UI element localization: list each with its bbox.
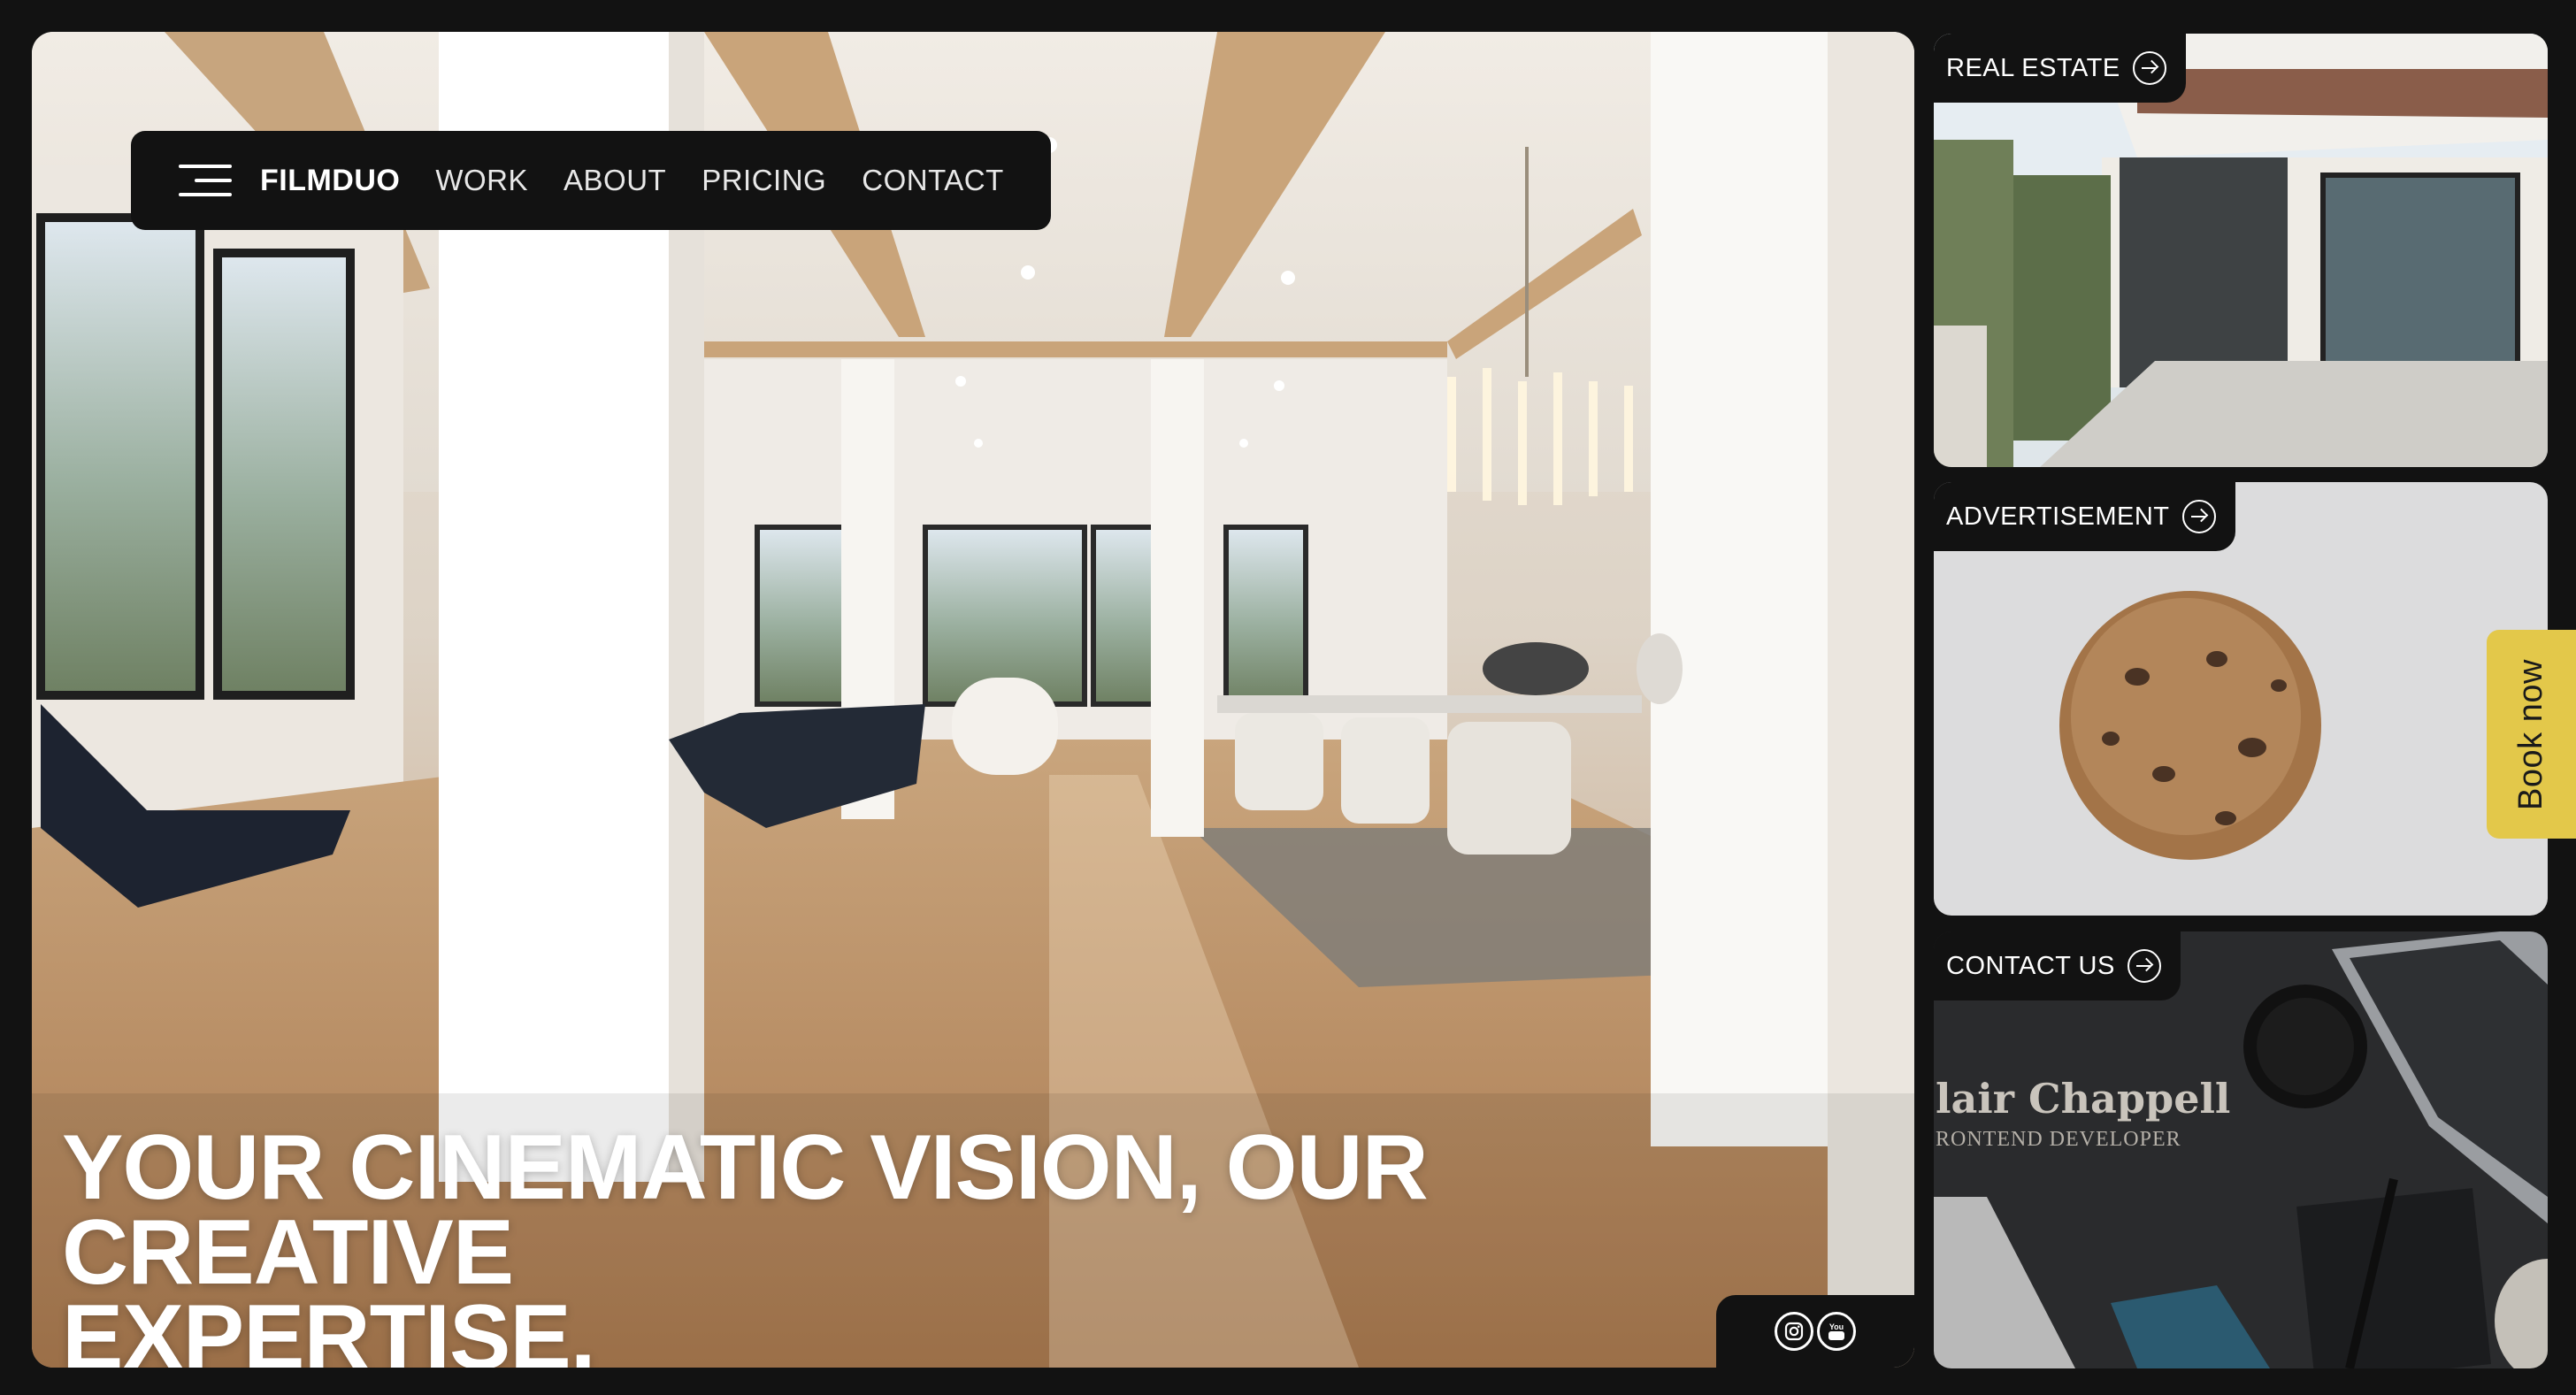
- top-navigation-bar: FILMDUO WORK ABOUT PRICING CONTACT: [131, 131, 1051, 230]
- hero-headline-line-2: EXPERTISE.: [62, 1286, 596, 1368]
- hero-section: FILMDUO WORK ABOUT PRICING CONTACT YOUR …: [32, 32, 1914, 1368]
- real-estate-tab[interactable]: REAL ESTATE: [1934, 34, 2186, 103]
- hamburger-menu-icon[interactable]: [179, 163, 232, 198]
- arrow-right-circle-icon: [2181, 500, 2216, 533]
- contact-us-tab[interactable]: CONTACT US: [1934, 931, 2181, 1000]
- nav-link-pricing[interactable]: PRICING: [702, 164, 826, 197]
- arrow-right-circle-icon: [2132, 51, 2166, 85]
- developer-role: RONTEND DEVELOPER: [1936, 1128, 2181, 1151]
- book-now-label: Book now: [2512, 658, 2550, 810]
- hero-headline-line-1: YOUR CINEMATIC VISION, OUR CREATIVE: [62, 1116, 1429, 1304]
- developer-name: lair Chappell: [1936, 1075, 2231, 1123]
- hero-headline: YOUR CINEMATIC VISION, OUR CREATIVE EXPE…: [62, 1116, 1902, 1368]
- nav-link-contact[interactable]: CONTACT: [862, 164, 1004, 197]
- real-estate-label: REAL ESTATE: [1946, 53, 2120, 82]
- nav-link-about[interactable]: ABOUT: [564, 164, 666, 197]
- card-real-estate[interactable]: REAL ESTATE: [1934, 34, 2548, 467]
- youtube-icon[interactable]: You: [1817, 1312, 1856, 1351]
- instagram-icon[interactable]: [1775, 1312, 1813, 1351]
- arrow-right-circle-icon: [2127, 949, 2161, 983]
- advertisement-tab[interactable]: ADVERTISEMENT: [1934, 482, 2235, 551]
- contact-us-label: CONTACT US: [1946, 951, 2115, 980]
- card-contact-us[interactable]: lair Chappell RONTEND DEVELOPER CONTACT …: [1934, 931, 2548, 1368]
- social-links: You: [1716, 1295, 1914, 1368]
- advertisement-label: ADVERTISEMENT: [1946, 502, 2170, 531]
- book-now-button[interactable]: Book now: [2487, 630, 2576, 839]
- youtube-text: You: [1829, 1322, 1844, 1331]
- brand-logo[interactable]: FILMDUO: [260, 164, 400, 198]
- nav-link-work[interactable]: WORK: [435, 164, 528, 197]
- card-advertisement[interactable]: ADVERTISEMENT: [1934, 482, 2548, 916]
